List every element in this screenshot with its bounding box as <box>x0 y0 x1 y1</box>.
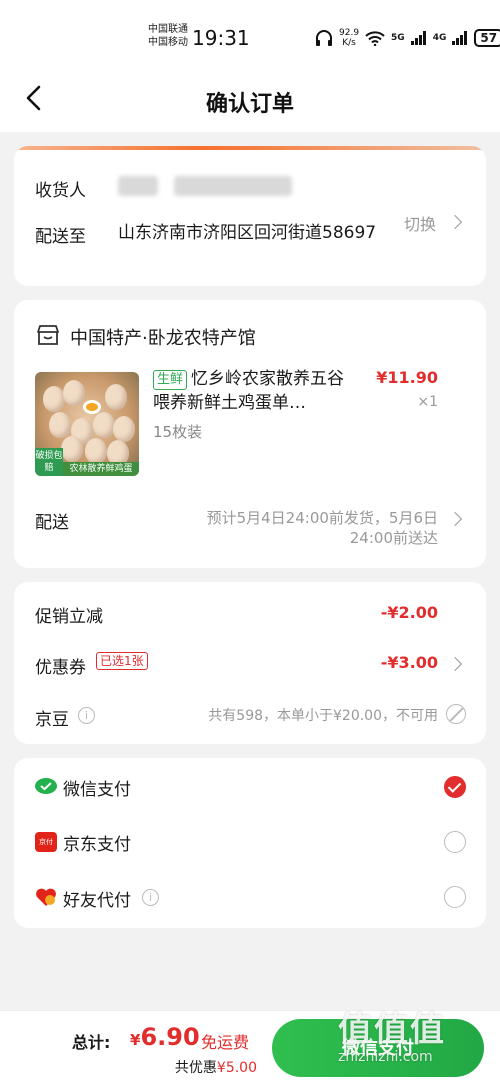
signal-1-label: 5G <box>391 33 405 43</box>
discount-label: 促销立减 <box>35 607 103 627</box>
radio-friend[interactable] <box>444 886 466 908</box>
address-card[interactable]: 收货人 配送至 山东济南市济阳区回河街道58697 切换 <box>14 146 486 286</box>
radio-jd[interactable] <box>444 831 466 853</box>
unavailable-icon <box>446 704 466 724</box>
free-shipping: 免运费 <box>201 1033 250 1052</box>
watermark-logo: 值值值 <box>338 1010 446 1050</box>
status-bar: 中国联通 中国移动 19:31 92.9 K/s 5G 4G 57 <box>0 0 500 70</box>
shipping-label: 配送 <box>35 513 69 533</box>
watermark-url: zhizhizhi.com <box>338 1049 433 1065</box>
address-stripe <box>14 146 486 150</box>
radio-wechat-selected[interactable] <box>444 776 466 798</box>
chevron-right-icon <box>447 656 463 672</box>
bean-label: 京豆 <box>35 710 69 730</box>
chevron-right-icon <box>447 511 463 527</box>
discount-value: -¥2.00 <box>380 603 438 622</box>
carrier-info: 中国联通 中国移动 <box>148 23 188 49</box>
coupon-selected-tag: 已选1张 <box>96 652 148 670</box>
bean-status: 共有598，本单小于¥20.00，不可用 <box>208 708 438 724</box>
nav-bar: 确认订单 <box>0 70 500 132</box>
carrier-2: 中国移动 <box>148 37 188 48</box>
fresh-tag: 生鲜 <box>153 370 188 390</box>
total-amount: ¥6.90 <box>130 1023 200 1051</box>
page-title: 确认订单 <box>205 92 294 117</box>
payment-option-jd[interactable]: 京东支付 <box>63 830 131 855</box>
payment-card: 微信支付 京付 京东支付 好友代付 i <box>14 758 486 928</box>
info-icon[interactable]: i <box>78 707 95 724</box>
switch-address-button[interactable]: 切换 <box>404 211 436 235</box>
broken-guarantee-badge: 破损包赔 <box>35 448 63 476</box>
total-savings: 共优惠¥5.00 <box>174 1060 257 1076</box>
receiver-phone-blurred <box>174 176 292 196</box>
battery-icon: 57 <box>474 29 500 47</box>
promo-card: 促销立减 -¥2.00 优惠券 已选1张 -¥3.00 京豆 i 共有598，本… <box>14 582 486 744</box>
product-price: ¥11.90 <box>376 368 438 387</box>
payment-option-wechat[interactable]: 微信支付 <box>63 775 131 800</box>
receiver-name-blurred <box>118 176 158 196</box>
store-icon <box>37 325 59 345</box>
deliver-to-label: 配送至 <box>35 227 86 247</box>
signal-bars-icon <box>410 31 426 45</box>
status-icons: 92.9 K/s 5G 4G 57 <box>315 27 500 49</box>
shipping-estimate[interactable]: 预计5月4日24:00前发货，5月6日24:00前送达 <box>178 508 438 548</box>
chevron-right-icon <box>447 214 463 230</box>
product-quantity: ×1 <box>417 394 438 410</box>
address-line: 山东济南市济阳区回河街道58697 <box>118 223 377 243</box>
carrier-1: 中国联通 <box>148 24 188 35</box>
jd-pay-icon: 京付 <box>35 832 57 852</box>
headphones-icon <box>316 30 332 46</box>
signal-bars-icon <box>452 31 468 45</box>
friend-pay-icon <box>36 888 56 906</box>
info-icon[interactable]: i <box>142 889 159 906</box>
clock: 19:31 <box>192 26 250 50</box>
receiver-label: 收货人 <box>35 181 86 201</box>
egg-yolk-icon <box>83 400 101 414</box>
total-label: 总计: <box>72 1033 111 1052</box>
signal-2-label: 4G <box>432 33 447 43</box>
wechat-pay-icon <box>35 778 57 794</box>
coupon-label[interactable]: 优惠券 <box>35 653 86 678</box>
product-spec: 15枚装 <box>153 423 203 441</box>
wifi-icon <box>365 30 385 46</box>
shop-card: 中国特产·卧龙农特产馆 破损包赔 农林散养鲜鸡蛋 忆乡岭农家散养五谷喂养新鲜土鸡… <box>14 300 486 568</box>
watermark: 值值值 zhizhizhi.com <box>338 1002 488 1065</box>
shop-name[interactable]: 中国特产·卧龙农特产馆 <box>70 324 256 350</box>
payment-option-friend[interactable]: 好友代付 <box>63 886 131 911</box>
coupon-value[interactable]: -¥3.00 <box>381 653 438 672</box>
product-image[interactable]: 破损包赔 农林散养鲜鸡蛋 <box>35 372 139 476</box>
product-banner: 农林散养鲜鸡蛋 <box>63 462 139 476</box>
net-speed: 92.9 K/s <box>339 28 360 48</box>
